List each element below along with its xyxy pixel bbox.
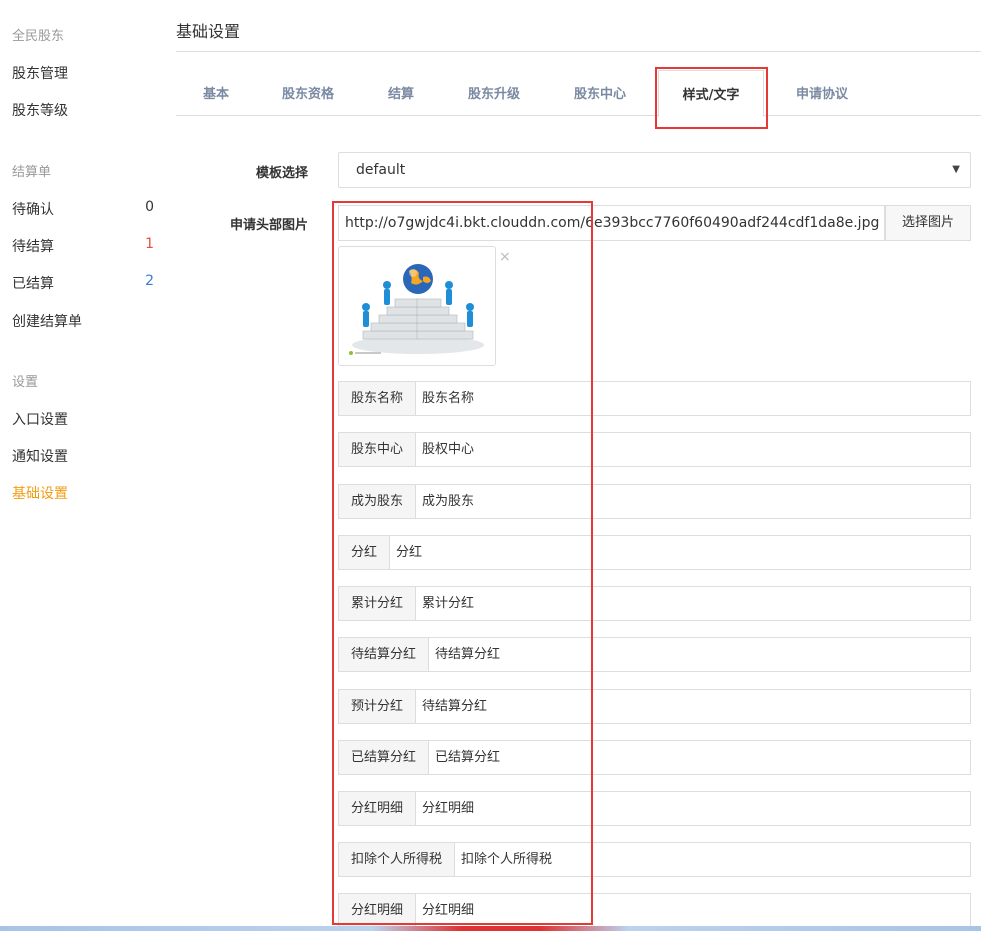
count-badge: 1 <box>145 236 154 252</box>
text-setting-row: 分红明细 分红明细 <box>338 791 971 826</box>
row-text-input[interactable]: 累计分红 <box>416 587 474 620</box>
text-setting-row: 股东中心 股权中心 <box>338 432 971 467</box>
text-setting-row: 累计分红 累计分红 <box>338 586 971 621</box>
sidebar-item-label: 通知设置 <box>12 449 68 465</box>
row-addon-label: 分红明细 <box>339 792 417 825</box>
template-select[interactable]: default ▼ <box>338 152 971 188</box>
sidebar-item-pending-confirm[interactable]: 待确认 0 <box>12 199 162 219</box>
sidebar-item-shareholder-level[interactable]: 股东等级 <box>12 100 162 120</box>
close-icon[interactable]: × <box>499 249 511 265</box>
tab-qualification[interactable]: 股东资格 <box>262 70 354 116</box>
row-text-input[interactable]: 分红 <box>390 536 422 569</box>
text-setting-row: 待结算分红 待结算分红 <box>338 637 971 672</box>
row-addon-label: 累计分红 <box>339 587 417 620</box>
caret-down-icon: ▼ <box>952 164 960 175</box>
row-addon-label: 已结算分红 <box>339 741 430 774</box>
header-image-label: 申请头部图片 <box>229 218 308 233</box>
row-text-input[interactable]: 股权中心 <box>416 433 474 466</box>
row-text-input[interactable]: 待结算分红 <box>429 638 500 671</box>
header-image-thumbnail <box>338 246 496 366</box>
sidebar-section-title: 结算单 <box>12 165 52 180</box>
count-badge: 0 <box>145 199 154 215</box>
sidebar-item-label: 基础设置 <box>12 486 68 502</box>
tab-agreement[interactable]: 申请协议 <box>776 70 868 116</box>
sidebar-item-pending-settle[interactable]: 待结算 1 <box>12 236 162 256</box>
sidebar-item-label: 已结算 <box>12 276 54 292</box>
row-text-input[interactable]: 待结算分红 <box>416 690 487 723</box>
text-setting-row: 分红 分红 <box>338 535 971 570</box>
header-image-url-input[interactable]: http://o7gwjdc4i.bkt.clouddn.com/6e393bc… <box>338 205 885 241</box>
template-select-value: default <box>356 162 406 178</box>
row-addon-label: 股东中心 <box>339 433 417 466</box>
sidebar-item-settled[interactable]: 已结算 2 <box>12 273 162 293</box>
tab-settlement[interactable]: 结算 <box>368 70 434 116</box>
sidebar-item-basic-settings[interactable]: 基础设置 <box>12 483 162 503</box>
text-setting-row: 预计分红 待结算分红 <box>338 689 971 724</box>
text-setting-row: 扣除个人所得税 扣除个人所得税 <box>338 842 971 877</box>
tab-basic[interactable]: 基本 <box>184 70 248 116</box>
sidebar-item-label: 入口设置 <box>12 412 68 428</box>
text-setting-row: 股东名称 股东名称 <box>338 381 971 416</box>
tab-upgrade[interactable]: 股东升级 <box>448 70 540 116</box>
tab-bar: 基本 股东资格 结算 股东升级 股东中心 样式/文字 申请协议 <box>176 70 981 117</box>
sidebar-item-create-settlement[interactable]: 创建结算单 <box>12 311 162 331</box>
row-addon-label: 股东名称 <box>339 382 417 415</box>
row-addon-label: 分红明细 <box>339 894 417 927</box>
sidebar-item-shareholder-management[interactable]: 股东管理 <box>12 63 162 83</box>
row-text-input[interactable]: 分红明细 <box>416 792 474 825</box>
text-setting-row: 分红明细 分红明细 <box>338 893 971 928</box>
text-setting-row: 已结算分红 已结算分红 <box>338 740 971 775</box>
row-text-input[interactable]: 扣除个人所得税 <box>455 843 552 876</box>
template-label: 模板选择 <box>255 166 308 181</box>
sidebar-item-label: 股东管理 <box>12 66 68 82</box>
row-text-input[interactable]: 股东名称 <box>416 382 474 415</box>
row-addon-label: 扣除个人所得税 <box>339 843 456 876</box>
row-addon-label: 待结算分红 <box>339 638 430 671</box>
sidebar-item-label: 待结算 <box>12 239 54 255</box>
sidebar-section-title: 全民股东 <box>12 29 65 44</box>
tab-center[interactable]: 股东中心 <box>554 70 646 116</box>
row-text-input[interactable]: 已结算分红 <box>429 741 500 774</box>
window-bottom-edge <box>0 926 981 931</box>
sidebar-item-label: 待确认 <box>12 202 54 218</box>
row-text-input[interactable]: 分红明细 <box>416 894 474 927</box>
sidebar-item-label: 股东等级 <box>12 103 68 119</box>
row-addon-label: 预计分红 <box>339 690 417 723</box>
pick-image-button[interactable]: 选择图片 <box>885 205 971 241</box>
row-addon-label: 分红 <box>339 536 391 569</box>
sidebar: 全民股东 股东管理 股东等级 结算单 待确认 0 待结算 1 已结算 2 创建结算单 … <box>0 0 165 931</box>
count-badge: 2 <box>145 273 154 289</box>
sidebar-item-label: 创建结算单 <box>12 314 82 330</box>
sidebar-item-notify-settings[interactable]: 通知设置 <box>12 446 162 466</box>
row-text-input[interactable]: 成为股东 <box>416 485 474 518</box>
text-setting-row: 成为股东 成为股东 <box>338 484 971 519</box>
page-title: 基础设置 <box>176 22 241 41</box>
tab-style-text[interactable]: 样式/文字 <box>658 70 764 117</box>
sidebar-item-entry-settings[interactable]: 入口设置 <box>12 409 162 429</box>
stairs-globe-image <box>339 247 495 365</box>
row-addon-label: 成为股东 <box>339 485 417 518</box>
sidebar-section-title: 设置 <box>12 375 39 390</box>
divider <box>176 51 981 52</box>
